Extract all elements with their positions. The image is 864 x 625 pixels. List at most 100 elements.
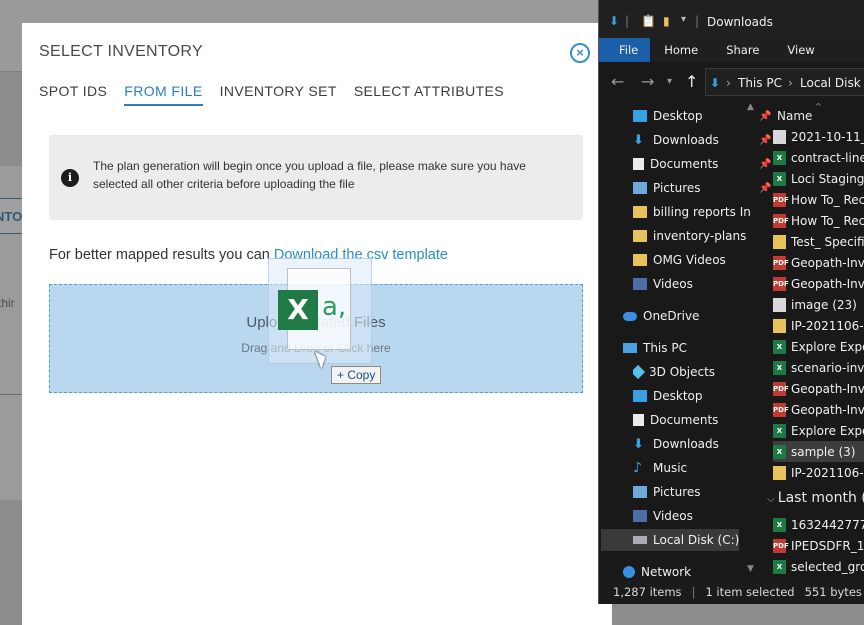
file-row[interactable]: PDF How To_ Rec: [773, 189, 864, 210]
file-name: sample (3): [791, 444, 856, 459]
3d-objects-icon: [633, 364, 646, 380]
address-bar[interactable]: ⬇ › This PC › Local Disk: [705, 68, 864, 96]
status-bar: 1,287 items | 1 item selected 551 bytes: [599, 580, 864, 604]
pdf-file-icon: PDF: [773, 192, 789, 207]
file-name: Explore Expo: [791, 423, 864, 438]
tab-from-file[interactable]: FROM FILE: [124, 83, 203, 106]
nav-item-label: Documents: [650, 157, 719, 171]
file-name: Explore Expo: [791, 339, 864, 354]
pdf-file-icon: PDF: [773, 402, 789, 417]
tab-inventory-set[interactable]: INVENTORY SET: [220, 83, 337, 106]
pictures-icon: [633, 182, 647, 194]
ribbon-tab-file[interactable]: File: [599, 38, 651, 62]
file-row[interactable]: PDFGeopath-Inve: [773, 252, 864, 273]
download-arrow-icon: ⬇: [609, 14, 620, 28]
excel-file-icon: X: [278, 290, 318, 330]
file-row[interactable]: PDFGeopath-Inve: [773, 273, 864, 294]
file-name: IP-2021106-0: [791, 318, 864, 333]
file-row[interactable]: 2021-10-11_8: [773, 126, 864, 147]
window-title: Downloads: [707, 15, 773, 29]
file-row[interactable]: Xcontract-line: [773, 147, 864, 168]
nav-item-label: Downloads: [653, 437, 719, 451]
new-folder-icon[interactable]: ▮: [663, 14, 670, 28]
folder-icon: [633, 206, 647, 218]
onedrive-cloud-icon: [623, 311, 637, 321]
nav-item-label: This PC: [643, 341, 687, 355]
file-row[interactable]: IP-2021106-0: [773, 315, 864, 336]
desktop-icon: [633, 110, 647, 122]
group-header-last-month[interactable]: ⌵ Last month (4: [767, 490, 864, 506]
nav-item-label: Videos: [653, 509, 693, 523]
pdf-file-icon: PDF: [773, 255, 789, 270]
ribbon-tab-share[interactable]: Share: [712, 38, 773, 62]
file-name: Loci Staging: [791, 171, 864, 186]
network-icon: [623, 566, 635, 578]
nav-item-label: Network: [641, 565, 692, 579]
file-row[interactable]: X Explore Expo: [773, 420, 864, 441]
nav-item-label: OMG Videos: [653, 253, 726, 267]
download-icon: ⬇: [633, 132, 644, 148]
file-row[interactable]: PDF IPEDSDFR_19: [773, 535, 864, 556]
file-row[interactable]: PDFGeopath-Inve: [773, 378, 864, 399]
file-name: Test_ Specific: [791, 234, 864, 249]
file-explorer-window: ⬇ | 📋 ▮ ▾ | Downloads File Home Share Vi…: [598, 0, 864, 604]
back-arrow-icon[interactable]: ←: [611, 72, 624, 91]
nav-item-label: Pictures: [653, 181, 701, 195]
excel-file-icon: X: [773, 517, 786, 532]
nav-item-onedrive[interactable]: OneDrive: [623, 305, 761, 327]
mapped-results-text: For better mapped results you can Downlo…: [49, 247, 448, 263]
breadcrumb-this-pc[interactable]: This PC: [738, 76, 782, 90]
group-header-label: Last month (4: [777, 490, 864, 506]
tab-select-attributes[interactable]: SELECT ATTRIBUTES: [354, 83, 504, 106]
file-row[interactable]: PDFGeopath-Inve: [773, 399, 864, 420]
nav-item-label: Downloads: [653, 133, 719, 147]
file-row[interactable]: X Explore Expo: [773, 336, 864, 357]
videos-icon: [633, 510, 647, 522]
breadcrumb-local-disk[interactable]: Local Disk: [800, 76, 861, 90]
image-file-icon: [773, 129, 786, 144]
selected-count: 1 item selected: [705, 585, 795, 599]
file-row[interactable]: PDF How To_ Rec: [773, 210, 864, 231]
file-name: 16324427772: [791, 517, 864, 532]
properties-icon[interactable]: 📋: [641, 14, 656, 28]
column-header-name[interactable]: Name: [777, 109, 812, 123]
file-row[interactable]: Xselected_gro: [773, 556, 864, 577]
nav-item-label: 3D Objects: [649, 365, 716, 379]
file-list: ^ Name 2021-10-11_8 Xcontract-line X Loci…: [763, 100, 864, 580]
file-row[interactable]: X Loci Staging: [773, 168, 864, 189]
file-row[interactable]: Xscenario-inve: [773, 357, 864, 378]
up-arrow-icon[interactable]: ↑: [685, 72, 698, 91]
file-name: selected_gro: [791, 559, 864, 574]
nav-item-label: billing reports In: [653, 205, 751, 219]
file-row[interactable]: X 16324427772: [773, 514, 864, 535]
separator-icon: |: [625, 14, 630, 28]
nav-item-label: Music: [653, 461, 688, 475]
excel-file-icon: X: [773, 339, 786, 354]
file-row-selected[interactable]: Xsample (3): [773, 441, 864, 462]
navigation-scrollbar[interactable]: ▲ ▼: [745, 100, 757, 578]
forward-arrow-icon[interactable]: →: [641, 72, 654, 91]
tab-spot-ids[interactable]: SPOT IDS: [39, 83, 107, 106]
ribbon-tab-home[interactable]: Home: [650, 38, 712, 62]
disk-icon: [633, 536, 647, 544]
close-circle-icon[interactable]: ×: [570, 43, 590, 63]
file-row[interactable]: image (23): [773, 294, 864, 315]
excel-file-icon: X: [773, 360, 786, 375]
documents-icon: [633, 414, 644, 426]
ribbon-tab-view[interactable]: View: [773, 38, 828, 62]
file-row[interactable]: IP-2021106-0: [773, 462, 864, 483]
file-name: Geopath-Inve: [791, 255, 864, 270]
pdf-file-icon: PDF: [773, 213, 789, 228]
customize-toolbar-icon[interactable]: ▾: [681, 14, 686, 25]
background-text: thir: [0, 296, 15, 310]
nav-item-this-pc[interactable]: This PC: [623, 337, 761, 359]
image-file-icon: [773, 297, 786, 312]
nav-item-local-disk[interactable]: Local Disk (C:): [601, 529, 739, 551]
file-row[interactable]: Test_ Specific: [773, 231, 864, 252]
info-icon: i: [61, 169, 79, 187]
scroll-up-icon[interactable]: ▲: [747, 102, 754, 112]
recent-locations-icon[interactable]: ▾: [667, 76, 672, 87]
explorer-titlebar: ⬇ | 📋 ▮ ▾ | Downloads: [599, 0, 864, 38]
scroll-down-icon[interactable]: ▼: [747, 564, 754, 574]
file-name: How To_ Rec: [791, 192, 864, 207]
